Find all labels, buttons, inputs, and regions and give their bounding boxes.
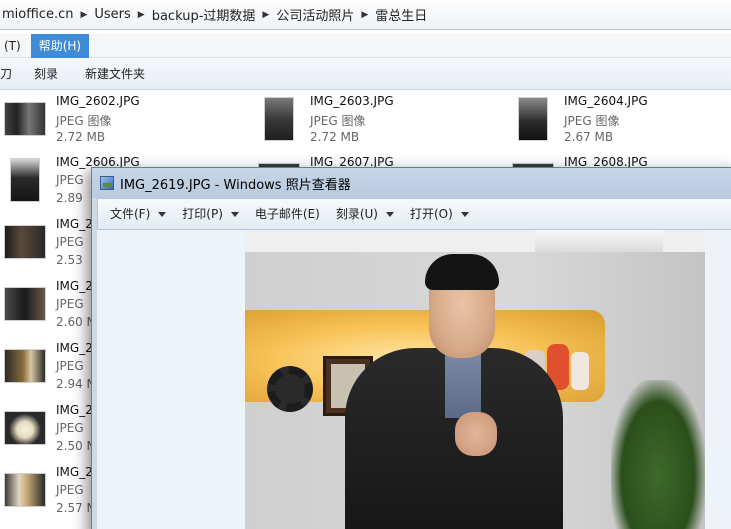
file-name: IMG_2 <box>56 465 93 479</box>
photo-viewer-app-icon <box>100 176 114 190</box>
file-item[interactable]: IMG_2602.JPG JPEG 图像 2.72 MB <box>2 94 242 148</box>
menu-file[interactable]: 文件(F) <box>110 199 167 229</box>
menu-burn-label: 刻录(U) <box>335 207 378 221</box>
chevron-right-icon[interactable]: ▶ <box>361 10 368 20</box>
menu-print-label: 打印(P) <box>182 207 223 221</box>
file-size: 2.67 MB <box>564 130 614 144</box>
breadcrumb-segment[interactable]: 雷总生日 <box>375 5 427 24</box>
file-item[interactable]: IMG_2 JPEG 2.50 N <box>2 403 96 457</box>
photo-viewer-window: IMG_2619.JPG - Windows 照片查看器 文件(F) 打印(P)… <box>91 167 731 529</box>
breadcrumb-segment[interactable]: 公司活动照片 <box>276 5 354 24</box>
file-type: JPEG <box>56 483 84 497</box>
file-name: IMG_2 <box>56 403 93 417</box>
chevron-right-icon[interactable]: ▶ <box>80 10 87 20</box>
file-type: JPEG 图像 <box>310 114 366 128</box>
file-type: JPEG <box>56 297 84 311</box>
file-item[interactable]: IMG_2606.JPG JPEG 2.89 <box>2 155 140 209</box>
dropdown-arrow-icon <box>386 212 394 217</box>
file-name: IMG_2 <box>56 217 93 231</box>
explorer-command-bar: 刀 刻录 新建文件夹 <box>0 58 731 90</box>
file-thumbnail <box>256 97 302 141</box>
file-name: IMG_2 <box>56 279 93 293</box>
file-thumbnail <box>2 158 48 202</box>
file-item[interactable]: IMG_2 JPEG 2.57 N <box>2 465 96 519</box>
file-name: IMG_2602.JPG <box>56 94 140 108</box>
file-type: JPEG 图像 <box>56 114 112 128</box>
file-thumbnail <box>2 97 48 141</box>
menu-open-label: 打开(O) <box>410 207 453 221</box>
menu-item-help[interactable]: 帮助(H) <box>30 33 90 58</box>
file-name: IMG_2603.JPG <box>310 94 394 108</box>
file-item[interactable]: IMG_2603.JPG JPEG 图像 2.72 MB <box>256 94 496 148</box>
chevron-right-icon[interactable]: ▶ <box>138 10 145 20</box>
file-name: IMG_2604.JPG <box>564 94 648 108</box>
menu-email-label: 电子邮件(E) <box>254 207 320 221</box>
viewer-title-bar[interactable]: IMG_2619.JPG - Windows 照片查看器 <box>92 168 731 198</box>
file-name: IMG_2 <box>56 341 93 355</box>
file-size: 2.94 N <box>56 377 96 391</box>
file-type: JPEG <box>56 421 84 435</box>
file-type: JPEG <box>56 173 84 187</box>
file-size: 2.89 <box>56 191 83 205</box>
viewer-canvas <box>97 230 731 529</box>
menu-item-tools[interactable]: (T) <box>0 34 25 58</box>
file-thumbnail <box>2 406 48 450</box>
address-bar[interactable]: mioffice.cn ▶ Users ▶ backup-过期数据 ▶ 公司活动… <box>0 0 731 30</box>
file-thumbnail <box>2 282 48 326</box>
menu-open[interactable]: 打开(O) <box>410 199 469 229</box>
menu-file-label: 文件(F) <box>110 207 151 221</box>
file-size: 2.60 N <box>56 315 96 329</box>
file-item[interactable]: IMG_2 JPEG 2.94 N <box>2 341 96 395</box>
file-thumbnail <box>510 97 556 141</box>
file-type: JPEG 图像 <box>564 114 620 128</box>
breadcrumb-segment[interactable]: Users <box>94 7 130 22</box>
dropdown-arrow-icon <box>460 212 469 217</box>
viewer-menu-bar: 文件(F) 打印(P) 电子邮件(E) 刻录(U) 打开(O) <box>97 198 731 230</box>
new-folder-button[interactable]: 新建文件夹 <box>85 58 145 90</box>
command-button-partial[interactable]: 刀 <box>0 58 12 90</box>
chevron-right-icon[interactable]: ▶ <box>262 10 269 20</box>
menu-print[interactable]: 打印(P) <box>182 199 239 229</box>
file-size: 2.57 N <box>56 501 96 515</box>
file-type: JPEG <box>56 359 84 373</box>
file-size: 2.53 <box>56 253 83 267</box>
dropdown-arrow-icon <box>158 212 167 217</box>
dropdown-arrow-icon <box>230 212 239 217</box>
breadcrumb-segment[interactable]: mioffice.cn <box>2 7 73 22</box>
file-size: 2.72 MB <box>310 130 360 144</box>
file-thumbnail <box>2 468 48 512</box>
explorer-menu-bar: (T) 帮助(H) <box>0 33 731 58</box>
file-size: 2.72 MB <box>56 130 106 144</box>
breadcrumb-segment[interactable]: backup-过期数据 <box>152 5 256 24</box>
file-thumbnail <box>2 344 48 388</box>
menu-email[interactable]: 电子邮件(E) <box>255 199 320 229</box>
file-size: 2.50 N <box>56 439 96 453</box>
viewer-title: IMG_2619.JPG - Windows 照片查看器 <box>120 177 351 193</box>
file-type: JPEG <box>56 235 84 249</box>
burn-button[interactable]: 刻录 <box>34 58 58 90</box>
displayed-photo <box>245 230 705 529</box>
menu-burn[interactable]: 刻录(U) <box>336 199 394 229</box>
file-thumbnail <box>2 220 48 264</box>
file-item[interactable]: IMG_2 JPEG 2.53 <box>2 217 93 271</box>
file-item[interactable]: IMG_2 JPEG 2.60 N <box>2 279 96 333</box>
file-item[interactable]: IMG_2604.JPG JPEG 图像 2.67 MB <box>510 94 731 148</box>
